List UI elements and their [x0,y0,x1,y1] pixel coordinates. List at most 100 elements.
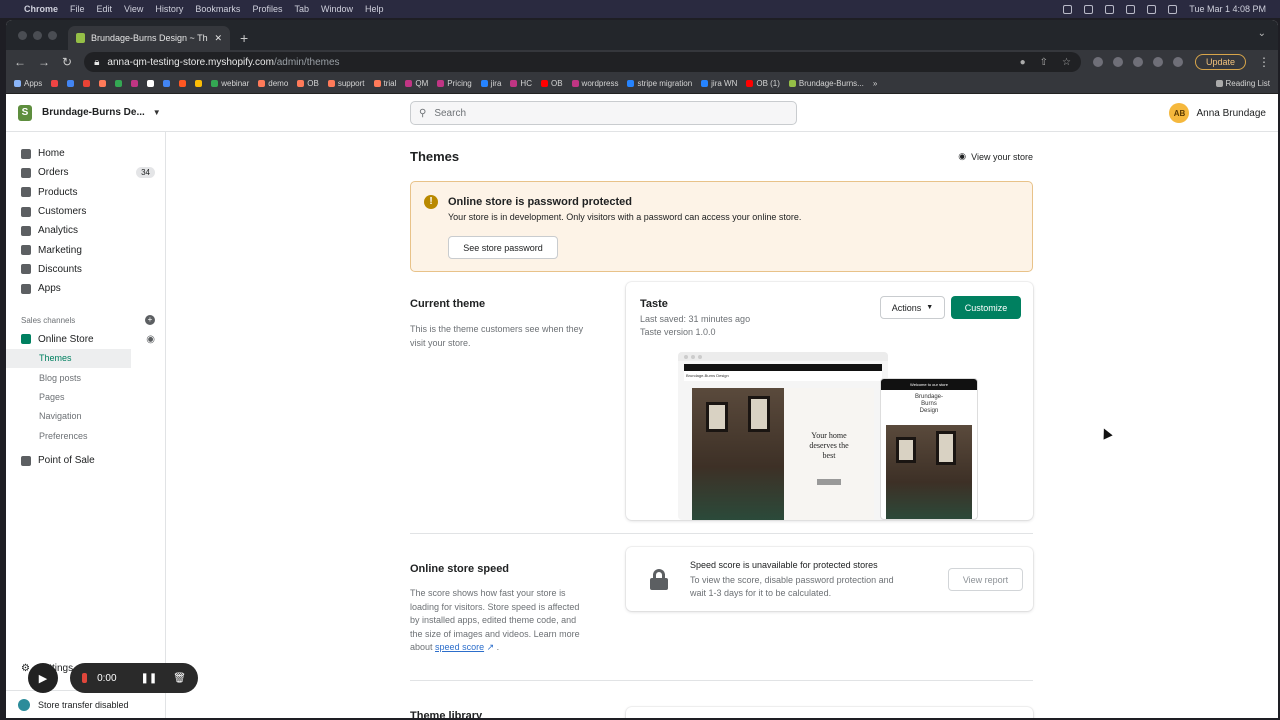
preview-room-image [692,388,784,520]
bookmark-ob-1[interactable]: OB (1) [746,79,780,88]
reading-list[interactable]: Reading List [1215,79,1270,88]
bookmark-icon[interactable] [67,80,75,87]
tab-search-icon[interactable]: ⌄ [1258,28,1266,39]
extension-icon[interactable] [1092,57,1103,67]
bookmark-icon[interactable] [83,80,91,87]
star-icon[interactable]: ☆ [1062,57,1071,68]
sidebar-item-analytics[interactable]: Analytics [6,221,165,240]
browser-tab[interactable]: Brundage-Burns Design ~ Them ✕ [68,26,230,50]
screen-icon[interactable] [1063,4,1073,14]
back-icon[interactable]: ← [14,55,26,69]
reload-icon[interactable]: ↻ [62,55,72,69]
caret-down-icon[interactable]: ▼ [153,108,161,117]
add-channel-icon[interactable]: + [145,315,155,326]
bookmark-brundage-burns[interactable]: Brundage-Burns... [788,79,864,88]
bookmark-hc[interactable]: HC [510,79,532,88]
customize-button[interactable]: Customize [951,296,1021,319]
eye-icon[interactable]: ◉ [146,334,155,345]
menu-history[interactable]: History [155,4,183,14]
sidebar-subitem-blog-posts[interactable]: Blog posts [6,368,165,387]
view-report-button[interactable]: View report [948,568,1023,591]
view-store-link[interactable]: ◉ View your store [958,151,1033,162]
control-center-icon[interactable] [1168,4,1178,14]
bookmark-demo[interactable]: demo [258,79,288,88]
shopify-logo-icon[interactable]: S [18,104,32,121]
sidebar-item-apps[interactable]: Apps [6,279,165,298]
stop-record-button[interactable] [82,673,88,683]
bookmark-wordpress[interactable]: wordpress [571,79,618,88]
address-bar[interactable]: 🔒︎ anna-qm-testing-store.myshopify.com/a… [84,52,1081,72]
sidebar-item-discounts[interactable]: Discounts [6,260,165,279]
bookmark-qm[interactable]: QM [405,79,428,88]
puzzle-icon[interactable] [1152,57,1163,67]
profile-icon[interactable] [1172,57,1183,67]
bookmark-pricing[interactable]: Pricing [437,79,472,88]
menu-file[interactable]: File [70,4,85,14]
bookmark-icon[interactable] [163,80,171,87]
bookmark-ob-2[interactable]: OB [540,79,563,88]
user-menu[interactable]: AB Anna Brundage [1169,103,1266,123]
extension-icon[interactable] [1112,57,1123,67]
wifi-icon[interactable] [1126,4,1136,14]
mic-icon[interactable]: ● [1020,57,1026,68]
camera-icon[interactable]: ▶ [28,663,58,693]
bookmark-support[interactable]: support [327,79,365,88]
sidebar-item-products[interactable]: Products [6,183,165,202]
bookmark-icon[interactable] [179,80,187,87]
bluetooth-icon[interactable] [1105,4,1115,14]
sidebar-item-point-of-sale[interactable]: Point of Sale [6,451,165,470]
sidebar-item-home[interactable]: Home [6,144,165,163]
bookmark-icon[interactable] [147,80,155,87]
spotlight-icon[interactable] [1147,4,1157,14]
bookmark-trial[interactable]: trial [373,79,396,88]
see-store-password-button[interactable]: See store password [448,236,558,259]
search-input[interactable]: ⚲ Search [410,101,797,125]
menu-bookmarks[interactable]: Bookmarks [195,4,240,14]
bookmark-jira-wn[interactable]: jira WN [701,79,737,88]
menubar-clock[interactable]: Tue Mar 1 4:08 PM [1189,4,1266,14]
forward-icon[interactable]: → [38,55,50,69]
share-icon[interactable]: ⇧ [1040,57,1048,68]
more-bookmarks-icon[interactable]: » [873,79,877,88]
bookmark-icon[interactable] [195,80,203,87]
sidebar-item-customers[interactable]: Customers [6,202,165,221]
menu-profiles[interactable]: Profiles [252,4,282,14]
menu-help[interactable]: Help [365,4,384,14]
menu-kebab-icon[interactable]: ⋮ [1258,55,1270,69]
sidebar-item-marketing[interactable]: Marketing [6,240,165,259]
sidebar-subitem-navigation[interactable]: Navigation [6,407,165,426]
bookmark-apps[interactable]: Apps [14,79,42,88]
status-icon[interactable] [1084,4,1094,14]
trash-icon[interactable]: 🗑︎ [173,673,186,684]
bookmark-jira[interactable]: jira [480,79,501,88]
traffic-lights[interactable] [18,31,57,40]
speed-score-link[interactable]: speed score [435,642,484,652]
sidebar-subitem-themes[interactable]: Themes [6,348,131,368]
sidebar-subitem-pages[interactable]: Pages [6,387,165,406]
bookmark-icon[interactable] [51,80,59,87]
store-switcher[interactable]: Brundage-Burns De... [42,107,145,118]
bookmark-stripe-migration[interactable]: stripe migration [627,79,692,88]
bookmark-webinar[interactable]: webinar [211,79,249,88]
menu-window[interactable]: Window [321,4,353,14]
menu-view[interactable]: View [124,4,143,14]
bookmark-ob[interactable]: OB [297,79,319,88]
close-tab-icon[interactable]: ✕ [214,33,222,44]
bookmark-icon[interactable] [99,80,107,87]
new-tab-button[interactable]: + [240,30,248,46]
banner-body: Your store is in development. Only visit… [448,212,802,222]
pause-icon[interactable]: ❚❚ [141,673,158,684]
bookmark-icon[interactable] [115,80,123,87]
sidebar-item-online-store[interactable]: Online Store ◉ [6,329,165,348]
actions-button[interactable]: Actions ▼ [880,296,945,319]
theme-preview[interactable]: Brundage-Burns Design Your home deserves … [678,352,978,520]
sidebar-subitem-preferences[interactable]: Preferences [6,426,165,445]
theme-last-saved: Last saved: 31 minutes ago [640,314,751,324]
extension-icon[interactable] [1132,57,1143,67]
menu-app-name[interactable]: Chrome [24,4,58,14]
menu-edit[interactable]: Edit [97,4,113,14]
sidebar-item-orders[interactable]: Orders 34 [6,163,165,182]
bookmark-icon[interactable] [131,80,139,87]
update-button[interactable]: Update [1194,54,1246,70]
menu-tab[interactable]: Tab [294,4,309,14]
